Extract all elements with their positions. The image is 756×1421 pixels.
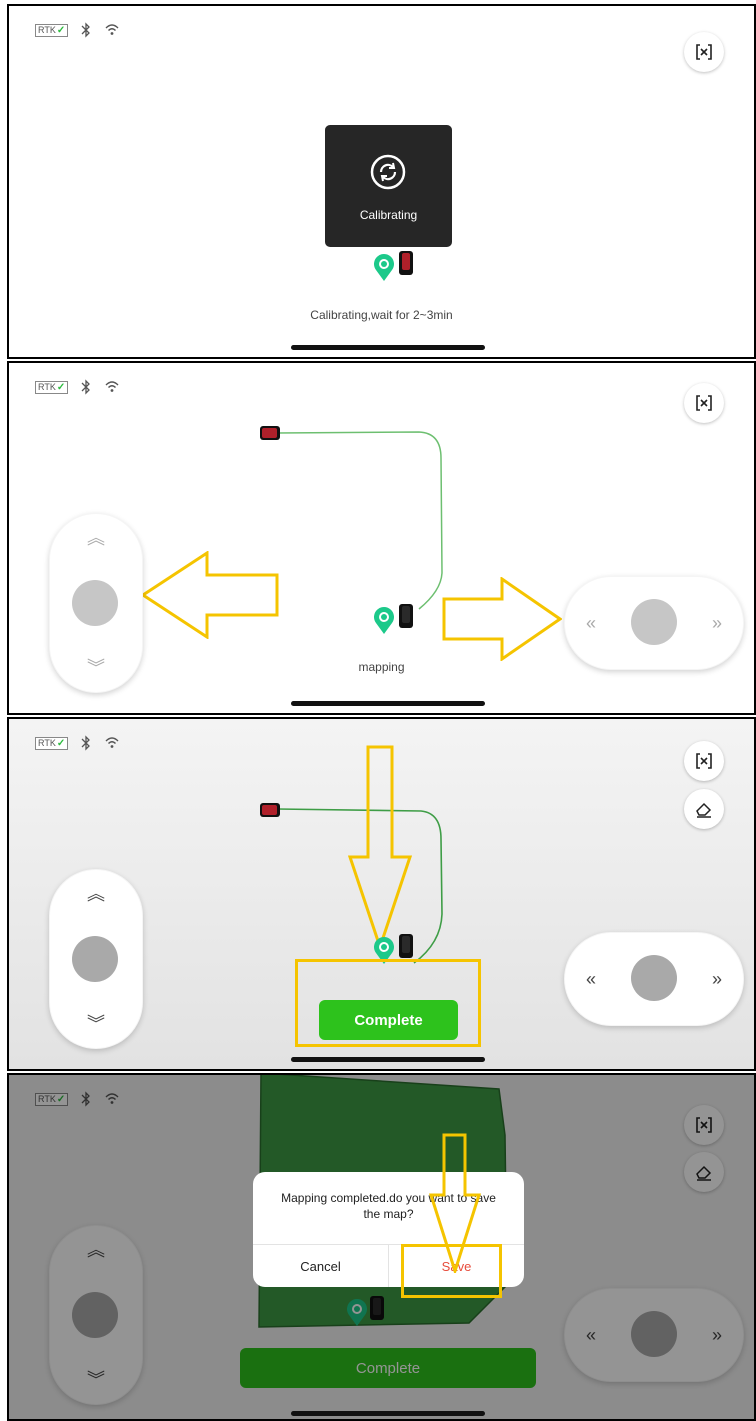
vertical-joystick[interactable]: ︽ ︾ [49,869,143,1049]
mapping-caption: mapping [358,660,405,674]
joystick-knob[interactable] [72,936,118,982]
panel-calibrating: RTK ✓ Calibrating Calibrating,wait for 2~… [7,4,756,359]
home-indicator [291,345,485,350]
home-indicator [291,1411,485,1416]
mower-start-icon [260,803,280,817]
panel-mapping: RTK ✓ ︽ ︾ « » mapping [7,361,756,715]
rtk-badge: RTK ✓ [35,23,69,37]
cancel-button[interactable]: Cancel [253,1245,388,1287]
wifi-icon [105,24,119,35]
joystick-knob[interactable] [631,955,677,1001]
mower-icon [399,251,413,275]
mower-start-icon [260,426,280,440]
location-marker-icon [374,607,394,634]
calibrating-caption: Calibrating,wait for 2~3min [310,308,453,322]
bluetooth-icon [81,22,91,38]
home-indicator [291,701,485,706]
mower-icon [399,934,413,958]
chevron-left-icon: « [585,969,596,989]
chevron-right-icon: » [711,969,722,989]
annotation-highlight-box [295,959,481,1047]
home-indicator [291,1057,485,1062]
toast-label: Calibrating [359,208,418,222]
chevron-up-icon: ︽ [87,528,105,548]
horizontal-joystick[interactable]: « » [564,576,744,670]
refresh-icon [370,154,406,190]
annotation-highlight-box [401,1244,502,1298]
location-marker-icon [374,254,394,281]
joystick-knob[interactable] [72,580,118,626]
chevron-right-icon: » [711,613,722,633]
chevron-up-icon: ︽ [87,884,105,904]
chevron-left-icon: « [585,613,596,633]
joystick-knob[interactable] [631,599,677,645]
horizontal-joystick[interactable]: « » [564,932,744,1026]
exit-mapping-icon [696,44,712,60]
panel-complete: RTK ✓ ︽ ︾ « » Complete [7,717,756,1071]
annotation-arrow-down [348,745,412,949]
annotation-arrow-left [141,551,279,639]
panel-save-dialog: RTK ✓ ︽ ︾ « » Complete Mapping completed.… [7,1073,756,1421]
chevron-down-icon: ︾ [87,1014,105,1034]
annotation-arrow-right [442,577,562,661]
exit-mapping-button[interactable] [684,32,724,72]
calibrating-toast: Calibrating [325,125,452,247]
status-bar: RTK ✓ [35,22,120,38]
mower-icon [399,604,413,628]
